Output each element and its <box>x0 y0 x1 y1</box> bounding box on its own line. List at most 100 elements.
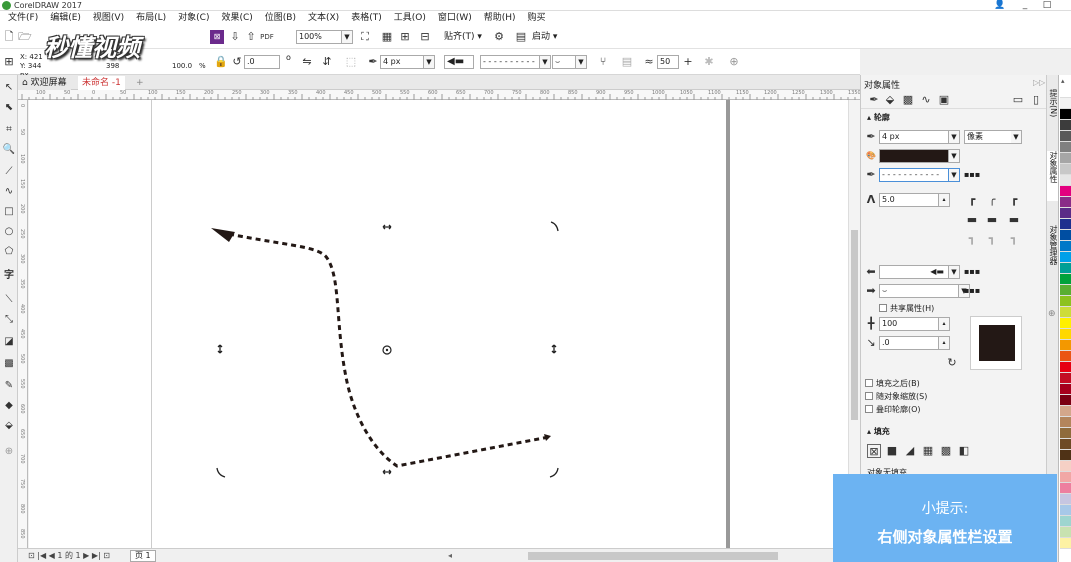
fill-tab-icon[interactable]: ⬙ <box>883 93 897 107</box>
menu-item[interactable]: 帮助(H) <box>478 11 522 25</box>
palette-swatch[interactable] <box>1060 175 1071 186</box>
stroke-width-field[interactable]: 4 px <box>380 55 424 69</box>
position-center-icon[interactable]: ┓ <box>985 232 999 246</box>
palette-swatch[interactable] <box>1060 538 1071 549</box>
outline-color-dropdown-icon[interactable]: ▼ <box>949 149 960 163</box>
panel-options-icon[interactable]: ▯ <box>1029 93 1043 107</box>
uniform-fill-icon[interactable]: ■ <box>885 444 899 458</box>
bitmap-tab-icon[interactable]: ▣ <box>937 93 951 107</box>
transparency-icon[interactable]: ▩ <box>2 357 16 371</box>
guidelines-icon[interactable]: ⊟ <box>418 30 432 44</box>
palette-swatch[interactable] <box>1060 483 1071 494</box>
pick-tool-icon[interactable]: ↖ <box>2 81 16 95</box>
connector-tool-icon[interactable]: ⤡ <box>2 313 16 327</box>
horizontal-ruler[interactable]: 100 50 0 50 100 150 200 250 300 350 400 450 500 550 60… <box>18 90 861 100</box>
palette-swatch[interactable] <box>1060 461 1071 472</box>
summary-view-icon[interactable]: ▭ <box>1011 93 1025 107</box>
menu-item[interactable]: 布局(L) <box>130 11 172 25</box>
palette-swatch[interactable] <box>1060 362 1071 373</box>
palette-swatch[interactable] <box>1060 197 1071 208</box>
share-attributes-checkbox[interactable] <box>879 304 887 312</box>
end-arrow-more-icon[interactable]: ▪▪▪ <box>964 286 980 295</box>
palette-swatch[interactable] <box>1060 373 1071 384</box>
position-inside-icon[interactable]: ┓ <box>1007 232 1021 246</box>
panel-start-arrow-field[interactable]: ◀▬ <box>879 265 949 279</box>
outline-width-dropdown-icon[interactable]: ▼ <box>949 130 960 144</box>
outline-width-field[interactable]: 4 px <box>879 130 949 144</box>
menu-item[interactable]: 对象(C) <box>172 11 215 25</box>
cap-round-icon[interactable]: ▬ <box>985 213 999 227</box>
outline-section-header[interactable]: ▴ 轮廓 <box>867 112 890 123</box>
object-origin-icon[interactable]: ⊞ <box>2 55 16 69</box>
unit-dropdown-icon[interactable]: ▼ <box>1011 130 1022 144</box>
palette-swatch[interactable] <box>1060 395 1071 406</box>
palette-swatch[interactable] <box>1060 406 1071 417</box>
curve-tab-icon[interactable]: ∿ <box>919 93 933 107</box>
outline-tab-icon[interactable]: ✒ <box>867 93 881 107</box>
postscript-fill-icon[interactable]: ◧ <box>957 444 971 458</box>
new-document-icon[interactable]: 🗋 <box>2 30 16 44</box>
palette-swatch[interactable] <box>1060 494 1071 505</box>
open-icon[interactable]: 🗁 <box>18 30 32 44</box>
polygon-tool-icon[interactable]: ⬠ <box>2 245 16 259</box>
launch-button[interactable]: 启动 ▾ <box>532 30 557 44</box>
palette-swatch[interactable] <box>1060 120 1071 131</box>
palette-scroll-up-icon[interactable]: ▴ <box>1061 77 1065 85</box>
add-circle-icon[interactable]: ⊕ <box>727 55 741 69</box>
corner-bevel-icon[interactable]: ┏ <box>1007 193 1021 207</box>
cap-square-icon[interactable]: ▬ <box>1007 213 1021 227</box>
end-arrow-dropdown-icon[interactable]: ▼ <box>576 55 587 69</box>
vector-pattern-icon[interactable]: ▦ <box>921 444 935 458</box>
angle-field[interactable]: .0 <box>879 336 939 350</box>
palette-swatch[interactable] <box>1060 241 1071 252</box>
palette-swatch[interactable] <box>1060 450 1071 461</box>
palette-swatch[interactable] <box>1060 131 1071 142</box>
stretch-field[interactable]: 100 <box>879 317 939 331</box>
menu-item[interactable]: 窗口(W) <box>432 11 478 25</box>
position-outside-icon[interactable]: ┓ <box>965 232 979 246</box>
drop-shadow-icon[interactable]: ◪ <box>2 335 16 349</box>
no-fill-icon[interactable]: ⊠ <box>867 444 881 458</box>
full-screen-icon[interactable]: ⛶ <box>358 30 372 44</box>
mirror-horizontal-icon[interactable]: ⇋ <box>300 55 314 69</box>
grid-icon[interactable]: ⊞ <box>398 30 412 44</box>
horizontal-scroll-thumb[interactable] <box>528 552 778 560</box>
line-style-dropdown-icon[interactable]: ▼ <box>540 55 551 69</box>
rectangle-tool-icon[interactable]: □ <box>2 205 16 219</box>
tab-untitled-document[interactable]: 未命名 -1 <box>78 76 125 90</box>
eyedropper-icon[interactable]: ✎ <box>2 379 16 393</box>
overprint-outline-checkbox[interactable] <box>865 405 873 413</box>
fill-behind-checkbox[interactable] <box>865 379 873 387</box>
panel-end-arrow-field[interactable]: ⌣ <box>879 284 959 298</box>
scale-percent[interactable]: 100.0 <box>172 62 192 70</box>
rotation-field[interactable]: .0 <box>244 55 280 69</box>
lock-ratio-icon[interactable]: 🔒 <box>214 55 228 69</box>
options-gear-icon[interactable]: ⚙ <box>492 30 506 44</box>
maximize-button[interactable]: □ <box>1037 0 1057 11</box>
ellipse-tool-icon[interactable]: ○ <box>2 225 16 239</box>
smart-fill-icon[interactable]: ⬙ <box>2 419 16 433</box>
menu-item[interactable]: 购买 <box>522 11 552 25</box>
menu-item[interactable]: 工具(O) <box>388 11 432 25</box>
menu-item[interactable]: 效果(C) <box>215 11 258 25</box>
palette-swatch[interactable] <box>1060 252 1071 263</box>
tab-welcome[interactable]: ⌂ 欢迎屏幕 <box>18 76 71 90</box>
menu-item[interactable]: 文件(F) <box>2 11 44 25</box>
corner-round-icon[interactable]: ╭ <box>985 193 999 207</box>
scroll-thumb[interactable] <box>851 230 858 420</box>
add-tab-button[interactable]: + <box>132 76 148 90</box>
palette-swatch[interactable] <box>1060 142 1071 153</box>
palette-swatch[interactable] <box>1060 516 1071 527</box>
parallel-dimension-icon[interactable]: ⟍ <box>2 293 16 307</box>
close-curve-icon[interactable]: ⬚ <box>344 55 358 69</box>
menu-item[interactable]: 编辑(E) <box>44 11 87 25</box>
reduce-nodes-icon[interactable]: ▤ <box>620 55 634 69</box>
rulers-icon[interactable]: ▦ <box>380 30 394 44</box>
launch-app-icon[interactable]: ▤ <box>514 30 528 44</box>
end-arrow-field[interactable]: ⌣ <box>552 55 576 69</box>
menu-item[interactable]: 视图(V) <box>87 11 130 25</box>
crop-tool-icon[interactable]: ⌗ <box>2 123 16 137</box>
import-icon[interactable]: ⇩ <box>228 30 242 44</box>
nib-preview[interactable] <box>970 316 1022 370</box>
palette-swatch[interactable] <box>1060 351 1071 362</box>
